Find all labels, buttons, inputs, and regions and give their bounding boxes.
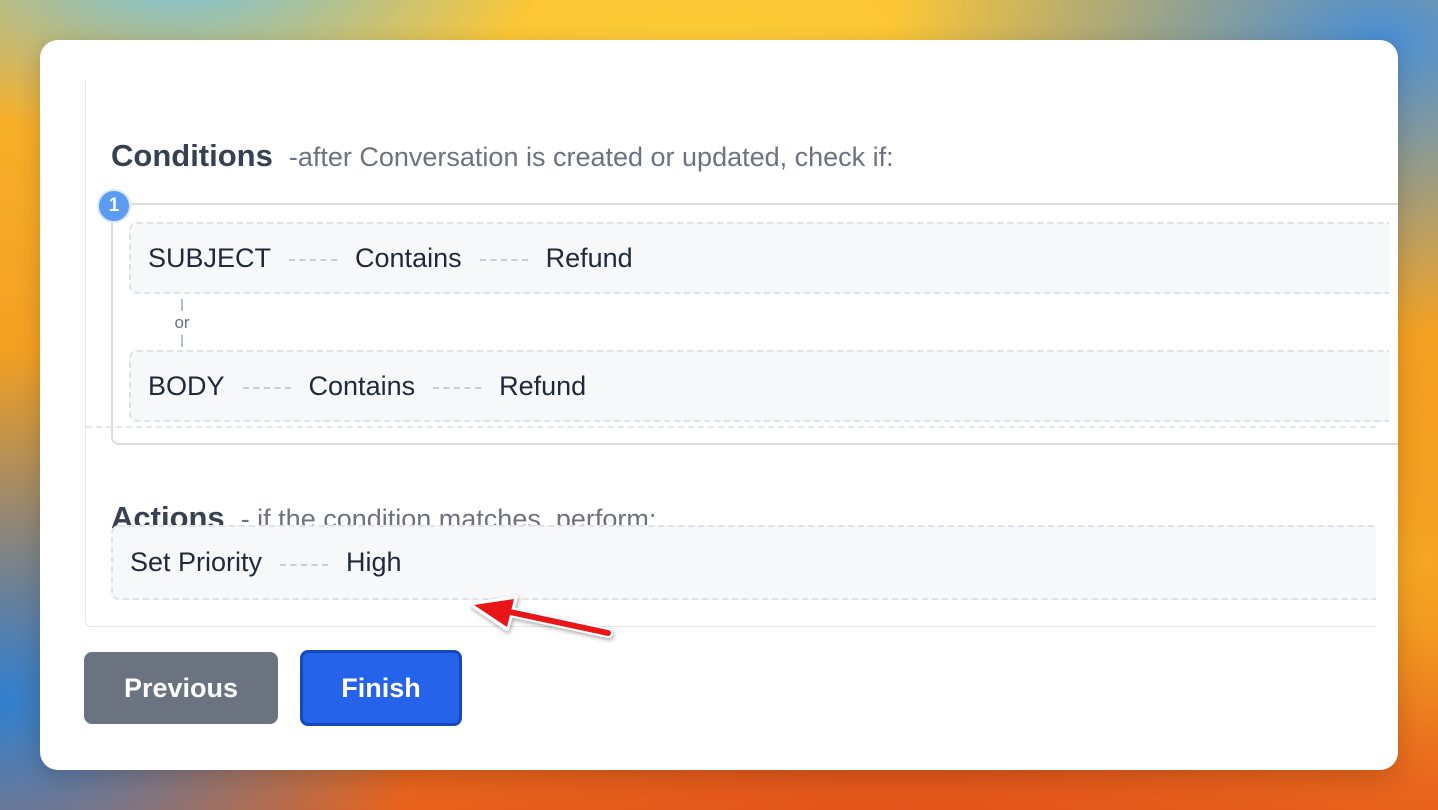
or-label: or (174, 313, 190, 332)
conditions-subtitle: -after Conversation is created or update… (288, 142, 894, 172)
conditions-title: Conditions (111, 138, 273, 173)
rule-panel: Conditions -after Conversation is create… (85, 80, 1398, 627)
condition-group: 1 SUBJECT Contains Refund or BODY Contai… (97, 189, 1398, 445)
automation-rule-card: Conditions -after Conversation is create… (40, 40, 1398, 770)
condition-field[interactable]: BODY (148, 371, 225, 402)
condition-row[interactable]: BODY Contains Refund (129, 350, 1389, 422)
previous-button[interactable]: Previous (84, 652, 278, 724)
action-row[interactable]: Set Priority High (111, 525, 1376, 600)
red-arrow-icon (470, 595, 613, 638)
action-name[interactable]: Set Priority (130, 547, 262, 578)
action-value[interactable]: High (346, 547, 402, 578)
or-connector: or (169, 299, 199, 347)
condition-operator[interactable]: Contains (309, 371, 416, 402)
connector-line (181, 299, 183, 311)
group-number-badge: 1 (97, 189, 131, 223)
condition-row[interactable]: SUBJECT Contains Refund (129, 222, 1389, 294)
condition-value[interactable]: Refund (499, 371, 586, 402)
finish-button[interactable]: Finish (300, 650, 462, 726)
dashed-connector (289, 259, 338, 261)
connector-line (181, 335, 183, 347)
condition-value[interactable]: Refund (546, 243, 633, 274)
condition-field[interactable]: SUBJECT (148, 243, 271, 274)
section-divider (86, 426, 1376, 428)
dashed-connector (280, 563, 329, 566)
condition-operator[interactable]: Contains (355, 243, 462, 274)
dashed-connector (479, 259, 528, 261)
dashed-connector (242, 387, 291, 389)
conditions-header: Conditions -after Conversation is create… (111, 138, 894, 174)
dashed-connector (433, 387, 482, 389)
